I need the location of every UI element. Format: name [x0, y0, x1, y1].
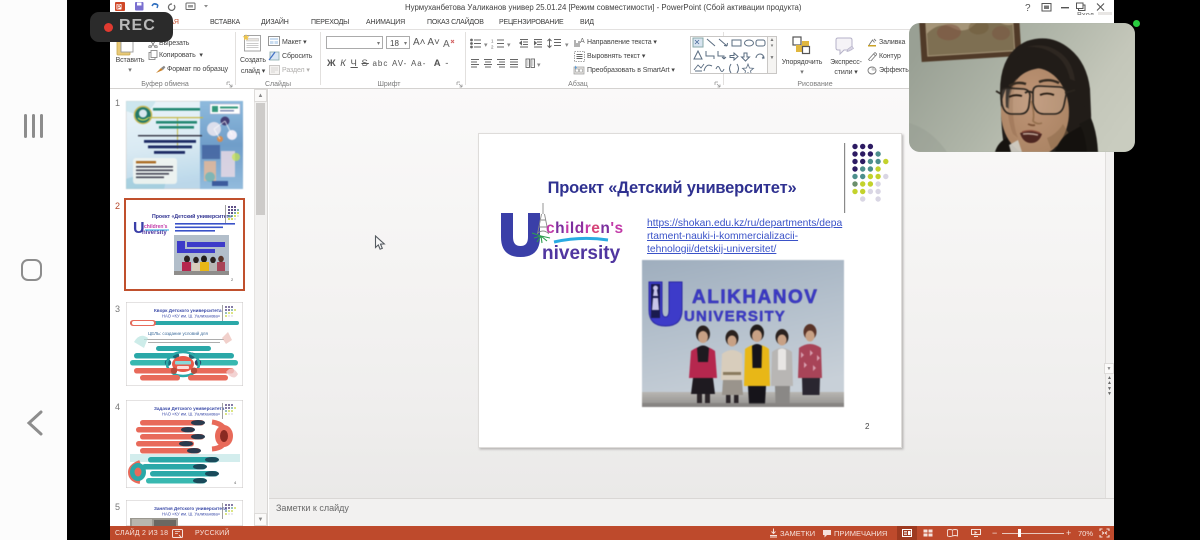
- svg-text:Проект «Детский университет»: Проект «Детский университет»: [152, 213, 232, 220]
- svg-text:▾: ▾: [484, 42, 488, 49]
- svg-text:НАО «КУ им. Ш. Уалиханова»: НАО «КУ им. Ш. Уалиханова»: [162, 314, 221, 319]
- svg-text:2: 2: [491, 45, 494, 50]
- svg-text:1: 1: [491, 39, 494, 44]
- svg-text:ALIKHANOV: ALIKHANOV: [692, 287, 818, 308]
- svg-text:Задачи Детского университета: Задачи Детского университета: [154, 406, 225, 411]
- svg-text:children's: children's: [546, 220, 624, 237]
- svg-text:Занятия Детского университета: Занятия Детского университета: [154, 506, 227, 511]
- svg-text:UNIVERSITY: UNIVERSITY: [684, 308, 786, 325]
- svg-text:▾: ▾: [565, 42, 569, 49]
- svg-text:P: P: [117, 5, 121, 11]
- svg-text:?: ?: [1025, 3, 1031, 13]
- svg-text:niversity: niversity: [542, 243, 621, 264]
- svg-text:A: A: [580, 38, 585, 45]
- svg-text:A: A: [443, 39, 450, 49]
- svg-text:ЦЕЛЬ: создание условий для: ЦЕЛЬ: создание условий для: [148, 331, 208, 336]
- svg-text:▾: ▾: [537, 62, 541, 69]
- svg-text:НАО «КУ им. Ш. Уалиханова»: НАО «КУ им. Ш. Уалиханова»: [162, 512, 221, 517]
- svg-text:Кворк Детского университета: Кворк Детского университета: [154, 308, 222, 313]
- svg-text:▾: ▾: [507, 42, 511, 49]
- svg-text:niversity: niversity: [142, 230, 167, 236]
- svg-text:НАО «КУ им. Ш. Уалиханова»: НАО «КУ им. Ш. Уалиханова»: [162, 412, 221, 417]
